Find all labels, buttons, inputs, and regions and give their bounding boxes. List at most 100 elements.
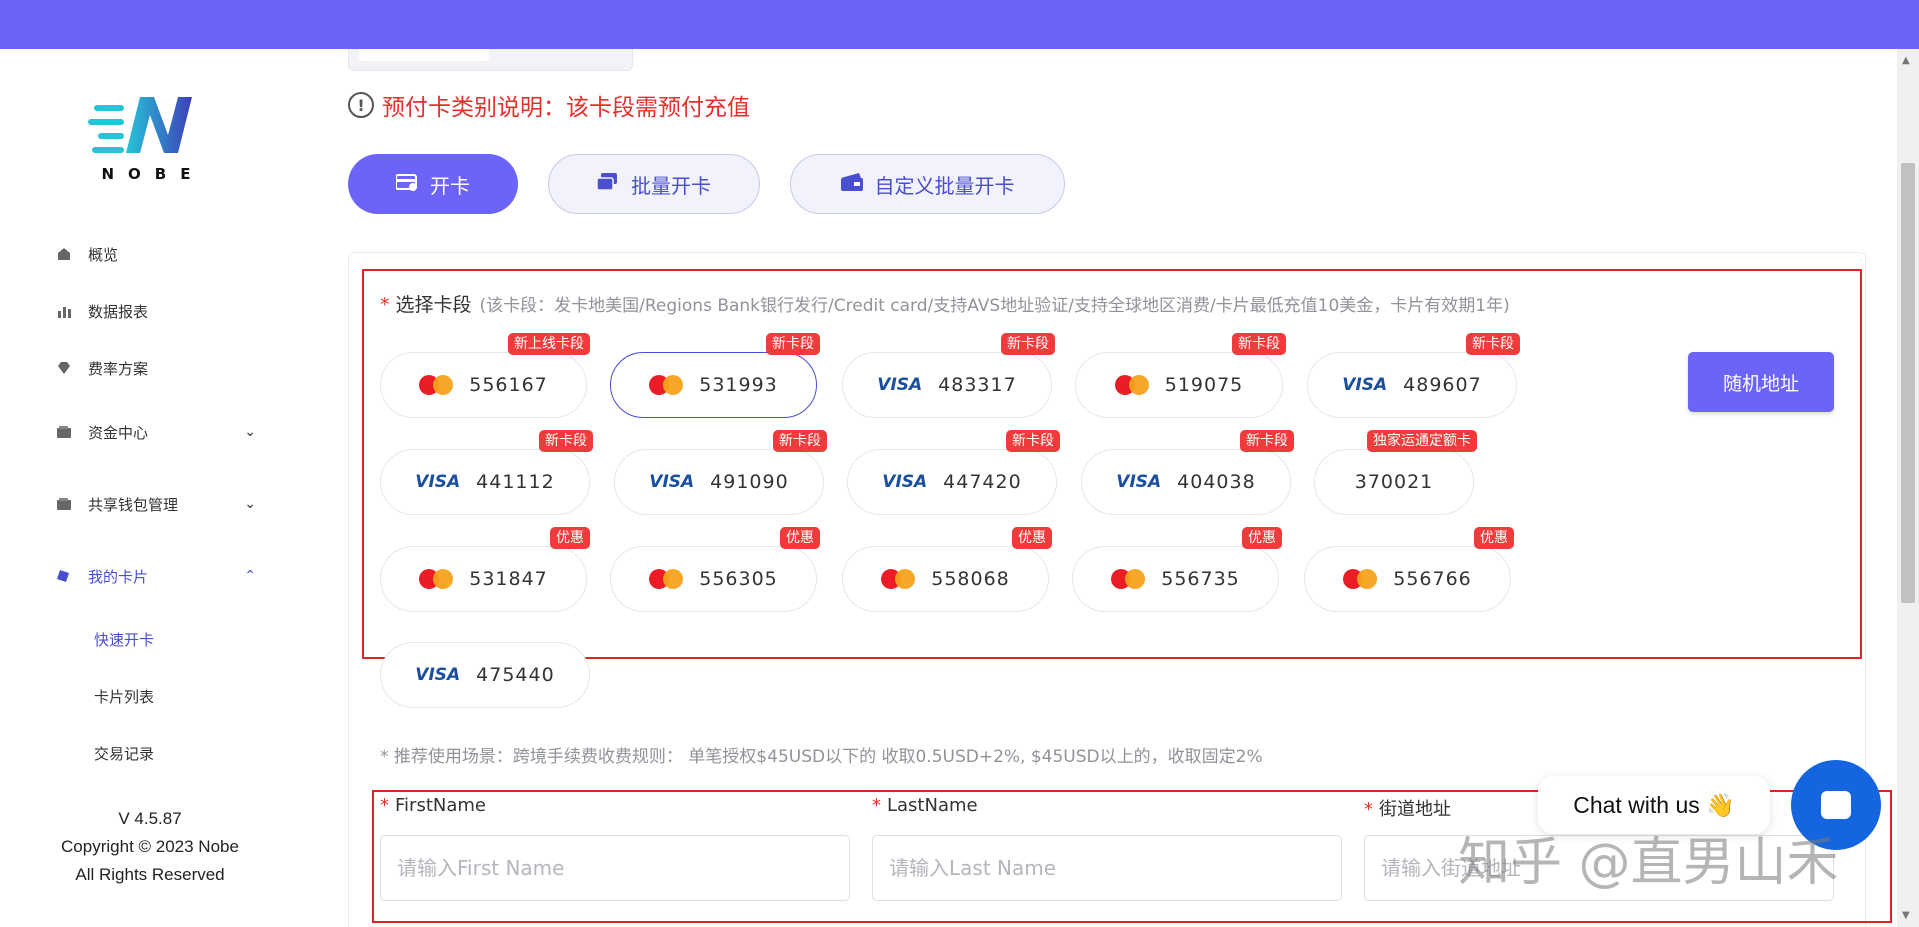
card-chip-483317[interactable]: VISA 483317 新卡段 xyxy=(842,333,1055,418)
info-icon: ! xyxy=(348,92,374,118)
card-chip-441112[interactable]: VISA 441112 新卡段 xyxy=(380,430,593,515)
card-badge: 新卡段 xyxy=(773,430,827,452)
card-chip-531993[interactable]: 531993 新卡段 xyxy=(610,333,820,418)
home-icon xyxy=(56,246,72,262)
random-address-button[interactable]: 随机地址 xyxy=(1688,352,1834,412)
card-number: 531993 xyxy=(699,374,778,396)
card-chip-556766[interactable]: 556766 优惠 xyxy=(1304,527,1514,612)
rights-text: All Rights Reserved xyxy=(75,865,225,884)
usage-tip: * 推荐使用场景：跨境手续费收费规则： 单笔授权$45USD以下的 收取0.5U… xyxy=(380,747,1263,767)
card-chip-531847[interactable]: 531847 优惠 xyxy=(380,527,590,612)
visa-icon: VISA xyxy=(415,665,461,685)
bar-chart-icon xyxy=(56,303,72,319)
card-plus-icon xyxy=(395,173,418,196)
nobe-logo[interactable]: NOBE xyxy=(88,91,218,191)
chevron-down-icon[interactable]: ⌄ xyxy=(244,496,256,512)
card-section-description: (该卡段：发卡地美国/Regions Bank银行发行/Credit card/… xyxy=(479,296,1510,316)
tab-label: 批量开卡 xyxy=(631,173,711,198)
first-name-input[interactable] xyxy=(380,835,850,901)
mastercard-icon xyxy=(649,375,684,395)
version-text: V 4.5.87 xyxy=(118,809,182,828)
mastercard-icon xyxy=(419,375,454,395)
card-badge: 优惠 xyxy=(550,527,590,549)
card-badge: 优惠 xyxy=(1242,527,1282,549)
card-number: 475440 xyxy=(476,664,555,686)
prepaid-notice: ! 预付卡类别说明：该卡段需预付充值 xyxy=(348,88,750,122)
tab-custom-batch-open[interactable]: 自定义批量开卡 xyxy=(790,154,1065,214)
sidebar-item-rates[interactable]: 费率方案 xyxy=(56,353,256,383)
card-chip-556167[interactable]: 556167 新上线卡段 xyxy=(380,333,590,418)
card-badge: 优惠 xyxy=(780,527,820,549)
sidebar-item-label: 我的卡片 xyxy=(88,567,149,586)
visa-icon: VISA xyxy=(415,472,461,492)
visa-icon: VISA xyxy=(877,375,923,395)
sidebar-item-reports[interactable]: 数据报表 xyxy=(56,296,256,326)
cards-stack-icon xyxy=(596,172,619,196)
card-number: 556735 xyxy=(1161,568,1240,590)
card-number: 404038 xyxy=(1177,471,1256,493)
sidebar-subitem-card-list[interactable]: 卡片列表 xyxy=(94,686,154,707)
scroll-up-arrow-icon[interactable]: ▲ xyxy=(1902,55,1910,66)
chevron-up-icon[interactable]: ⌃ xyxy=(244,568,256,584)
top-bar xyxy=(0,0,1919,49)
card-badge: 新卡段 xyxy=(1466,333,1520,355)
sidebar-item-label: 共享钱包管理 xyxy=(88,495,179,514)
sidebar-item-label: 数据报表 xyxy=(88,302,149,321)
sidebar-item-funds[interactable]: 资金中心 ⌄ xyxy=(56,417,256,447)
card-chip-556735[interactable]: 556735 优惠 xyxy=(1072,527,1282,612)
scroll-thumb[interactable] xyxy=(1901,163,1915,603)
scroll-down-arrow-icon[interactable]: ▼ xyxy=(1902,910,1910,921)
card-chip-489607[interactable]: VISA 489607 新卡段 xyxy=(1307,333,1520,418)
tab-label: 开卡 xyxy=(430,173,470,198)
card-number: 556167 xyxy=(469,374,548,396)
diamond-icon xyxy=(56,360,72,376)
card-section-title: 选择卡段 xyxy=(395,294,472,316)
sidebar-item-label: 费率方案 xyxy=(88,359,149,378)
wallet-icon xyxy=(56,496,72,512)
card-chip-491090[interactable]: VISA 491090 新卡段 xyxy=(614,430,827,515)
visa-icon: VISA xyxy=(1116,472,1162,492)
page-scrollbar[interactable]: ▲ ▼ xyxy=(1897,49,1919,927)
mastercard-icon xyxy=(419,569,454,589)
sidebar-item-label: 概览 xyxy=(88,245,119,264)
sidebar-item-shared-wallet[interactable]: 共享钱包管理 ⌄ xyxy=(56,489,256,519)
wallet-icon xyxy=(56,424,72,440)
street-label-text: 街道地址 xyxy=(1379,799,1451,820)
visa-icon: VISA xyxy=(649,472,695,492)
tab-batch-open[interactable]: 批量开卡 xyxy=(548,154,760,214)
card-badge: 新卡段 xyxy=(1001,333,1055,355)
card-badge: 新上线卡段 xyxy=(508,333,590,355)
card-badge: 新卡段 xyxy=(1240,430,1294,452)
card-chip-370021[interactable]: 370021 独家运通定额卡 xyxy=(1314,430,1477,515)
card-chip-447420[interactable]: VISA 447420 新卡段 xyxy=(847,430,1060,515)
mastercard-icon xyxy=(1111,569,1146,589)
sidebar-subitem-quick-open[interactable]: 快速开卡 xyxy=(94,629,154,650)
sidebar-subitem-transactions[interactable]: 交易记录 xyxy=(94,743,154,764)
sidebar-item-label: 资金中心 xyxy=(88,423,149,442)
card-chip-404038[interactable]: VISA 404038 新卡段 xyxy=(1081,430,1294,515)
tab-open-card[interactable]: 开卡 xyxy=(348,154,518,214)
visa-icon: VISA xyxy=(1342,375,1388,395)
card-chip-475440[interactable]: VISA 475440 xyxy=(380,642,590,708)
card-number: 556305 xyxy=(699,568,778,590)
card-number: 491090 xyxy=(710,471,789,493)
sidebar: NOBE 概览 数据报表 费率方案 资金中心 ⌄ 共享钱包管理 ⌄ 我的卡片 ⌃… xyxy=(0,49,300,927)
card-chip-558068[interactable]: 558068 优惠 xyxy=(842,527,1052,612)
card-chip-556305[interactable]: 556305 优惠 xyxy=(610,527,820,612)
chat-icon xyxy=(1821,791,1851,819)
tab-label: 自定义批量开卡 xyxy=(874,173,1015,198)
card-number: 531847 xyxy=(469,568,548,590)
last-name-input[interactable] xyxy=(872,835,1342,901)
mastercard-icon xyxy=(881,569,916,589)
card-number: 447420 xyxy=(943,471,1022,493)
last-name-label: * LastName xyxy=(872,795,978,816)
card-badge: 新卡段 xyxy=(766,333,820,355)
card-chip-519075[interactable]: 519075 新卡段 xyxy=(1075,333,1286,418)
chevron-down-icon[interactable]: ⌄ xyxy=(244,424,256,440)
notice-text: 预付卡类别说明：该卡段需预付充值 xyxy=(382,95,750,121)
copyright-text: Copyright © 2023 Nobe xyxy=(61,837,239,856)
card-icon xyxy=(56,568,72,584)
sidebar-item-overview[interactable]: 概览 xyxy=(56,239,256,269)
sidebar-item-my-cards[interactable]: 我的卡片 ⌃ xyxy=(56,561,256,591)
card-badge: 新卡段 xyxy=(1232,333,1286,355)
